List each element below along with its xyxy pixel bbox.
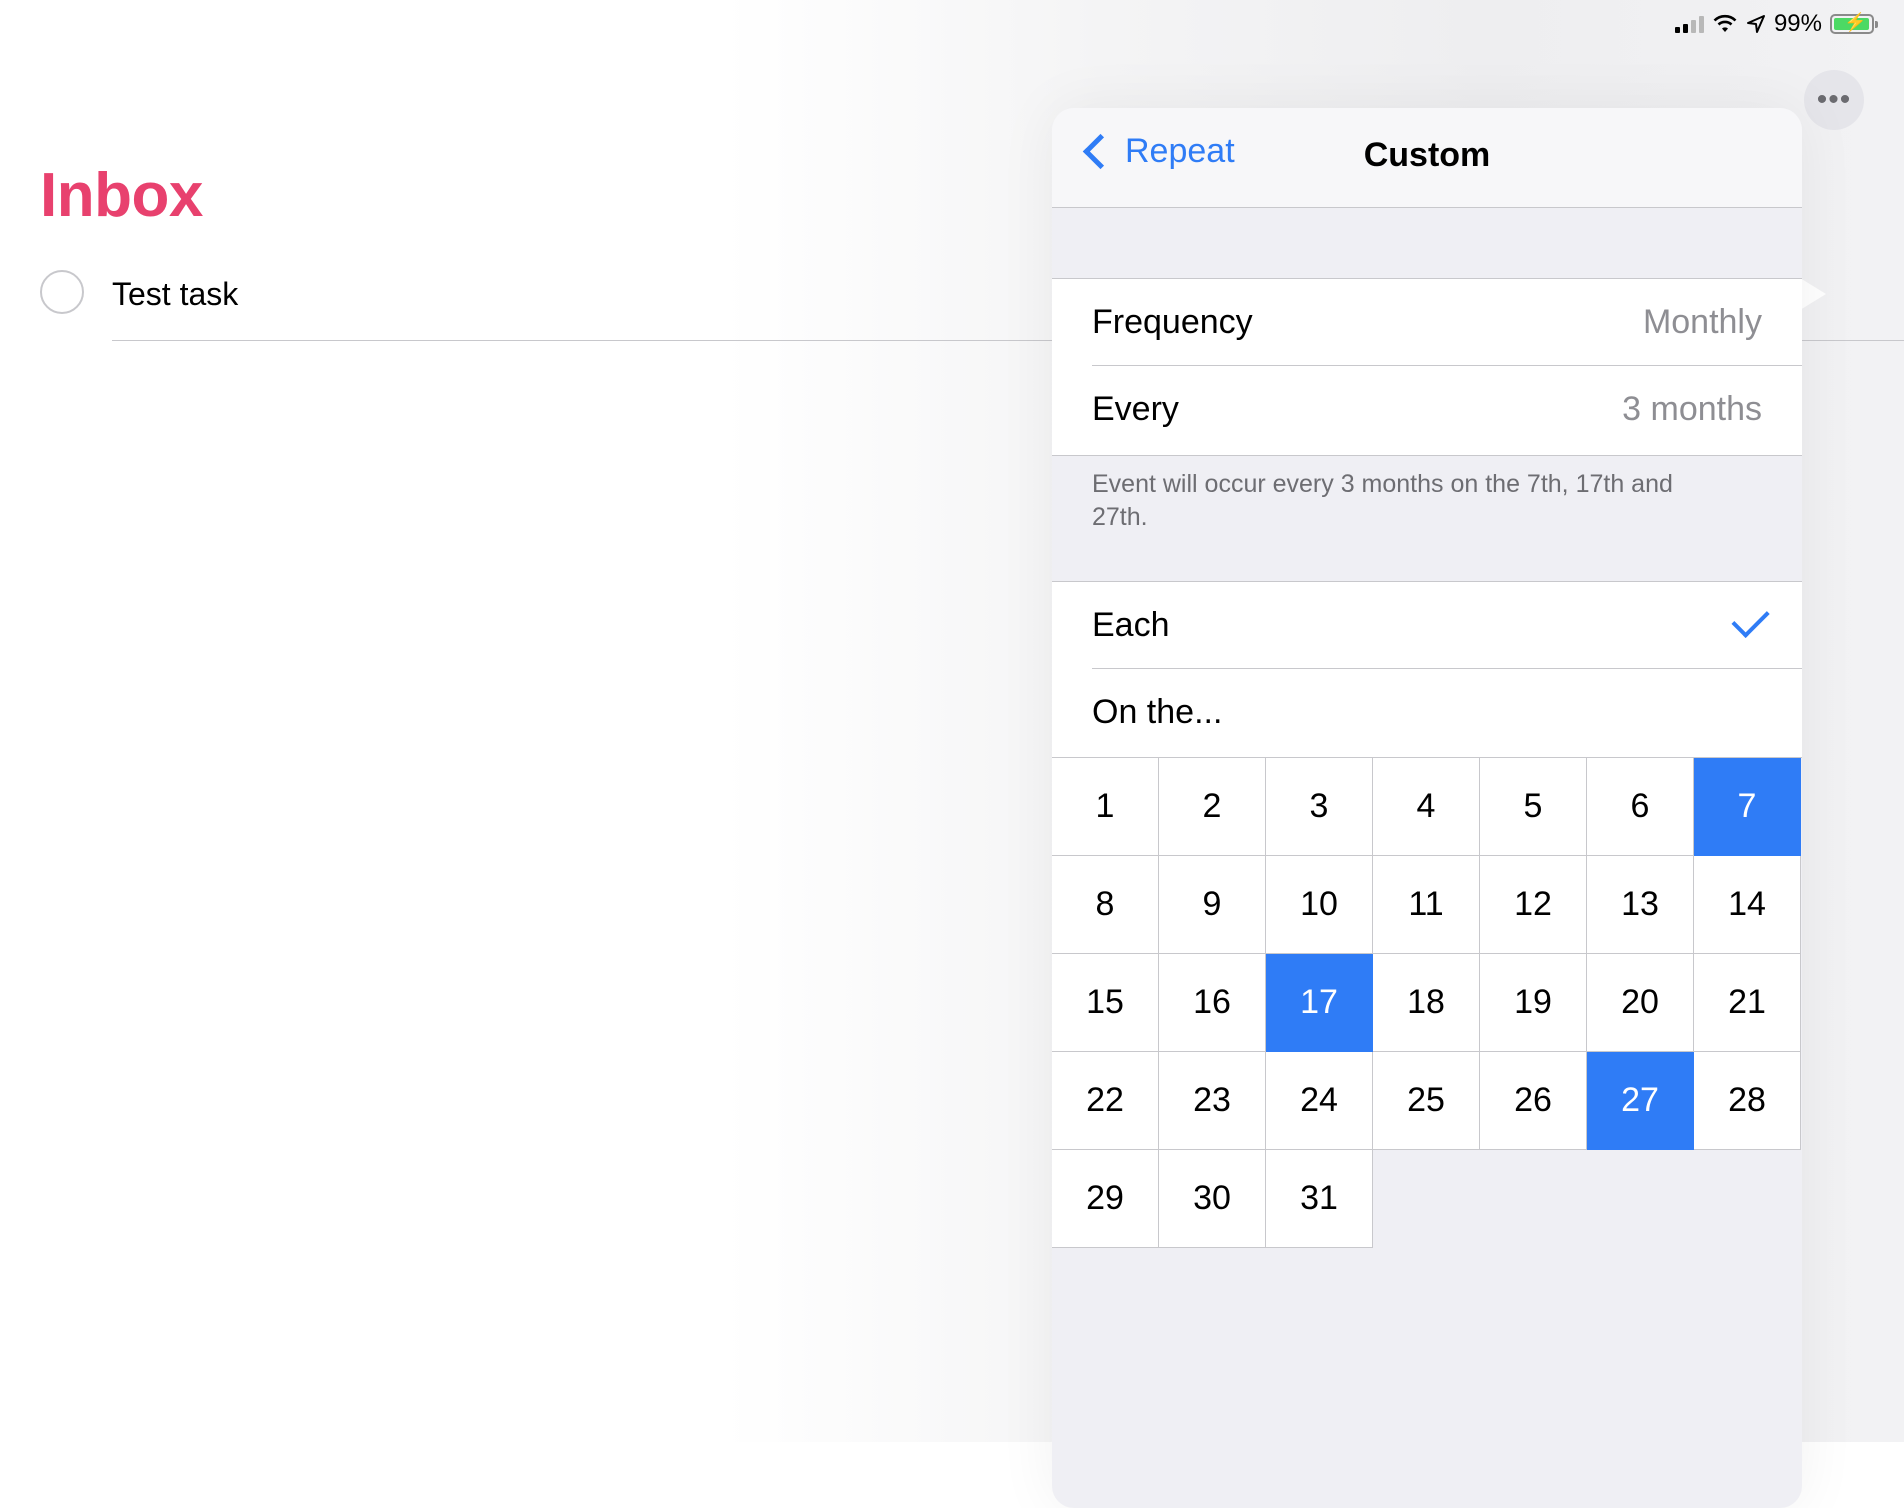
- recurrence-summary: Event will occur every 3 months on the 7…: [1092, 470, 1673, 531]
- each-label: Each: [1092, 606, 1170, 644]
- day-cell-22[interactable]: 22: [1052, 1052, 1159, 1150]
- signal-icon: [1674, 15, 1704, 33]
- day-cell-24[interactable]: 24: [1266, 1052, 1373, 1150]
- day-cell-5[interactable]: 5: [1480, 758, 1587, 856]
- day-cell-17[interactable]: 17: [1266, 954, 1373, 1052]
- day-cell-14[interactable]: 14: [1694, 856, 1801, 954]
- day-cell-8[interactable]: 8: [1052, 856, 1159, 954]
- frequency-row[interactable]: Frequency Monthly: [1052, 279, 1802, 366]
- task-checkbox[interactable]: [40, 270, 84, 314]
- day-cell-29[interactable]: 29: [1052, 1150, 1159, 1248]
- wifi-icon: [1713, 14, 1737, 32]
- day-cell-18[interactable]: 18: [1373, 954, 1480, 1052]
- day-cell-27[interactable]: 27: [1587, 1052, 1694, 1150]
- repeat-popover: Repeat Custom Frequency Monthly Every 3 …: [1052, 108, 1802, 1508]
- day-of-month-grid: 1 2 3 4 5 6 7 8 9 10 11 12 13 14 15 16 17 18 19 20 21 22 23 24 2…: [1052, 757, 1802, 1248]
- task-label[interactable]: Test task: [112, 276, 238, 313]
- day-cell-11[interactable]: 11: [1373, 856, 1480, 954]
- status-bar: 99% ⚡: [1674, 8, 1878, 40]
- day-cell-16[interactable]: 16: [1159, 954, 1266, 1052]
- each-row[interactable]: Each: [1052, 582, 1802, 669]
- checkmark-icon: [1731, 599, 1770, 638]
- frequency-value: Monthly: [1642, 303, 1762, 341]
- day-cell-19[interactable]: 19: [1480, 954, 1587, 1052]
- location-arrow-icon: [1746, 15, 1765, 33]
- frequency-label: Frequency: [1092, 303, 1253, 341]
- battery-charging-icon: ⚡: [1830, 12, 1878, 34]
- more-button[interactable]: •••: [1804, 70, 1864, 130]
- day-cell-15[interactable]: 15: [1052, 954, 1159, 1052]
- every-row[interactable]: Every 3 months: [1052, 366, 1802, 453]
- day-cell-2[interactable]: 2: [1159, 758, 1266, 856]
- day-cell-4[interactable]: 4: [1373, 758, 1480, 856]
- mode-group: Each On the...: [1052, 581, 1802, 758]
- day-cell-10[interactable]: 10: [1266, 856, 1373, 954]
- day-cell-6[interactable]: 6: [1587, 758, 1694, 856]
- day-cell-30[interactable]: 30: [1159, 1150, 1266, 1248]
- day-cell-9[interactable]: 9: [1159, 856, 1266, 954]
- popover-arrow: [1800, 278, 1826, 310]
- day-cell-31[interactable]: 31: [1266, 1150, 1373, 1248]
- day-cell-26[interactable]: 26: [1480, 1052, 1587, 1150]
- every-value: 3 months: [1622, 390, 1762, 428]
- frequency-group: Frequency Monthly Every 3 months: [1052, 278, 1802, 456]
- ellipsis-icon: •••: [1816, 83, 1852, 116]
- day-cell-21[interactable]: 21: [1694, 954, 1801, 1052]
- day-cell-28[interactable]: 28: [1694, 1052, 1801, 1150]
- popover-title: Custom: [1363, 136, 1491, 174]
- day-cell-1[interactable]: 1: [1052, 758, 1159, 856]
- battery-percent: 99%: [1773, 10, 1822, 37]
- on-the-row[interactable]: On the...: [1052, 669, 1802, 756]
- task-row[interactable]: Test task: [40, 268, 1140, 320]
- on-the-label: On the...: [1092, 693, 1223, 731]
- day-cell-25[interactable]: 25: [1373, 1052, 1480, 1150]
- day-cell-23[interactable]: 23: [1159, 1052, 1266, 1150]
- every-label: Every: [1092, 390, 1179, 428]
- day-cell-12[interactable]: 12: [1480, 856, 1587, 954]
- page-title: Inbox: [40, 161, 203, 230]
- day-cell-3[interactable]: 3: [1266, 758, 1373, 856]
- day-cell-7[interactable]: 7: [1694, 758, 1801, 856]
- day-cell-13[interactable]: 13: [1587, 856, 1694, 954]
- day-cell-20[interactable]: 20: [1587, 954, 1694, 1052]
- popover-navbar: Repeat Custom: [1052, 108, 1802, 208]
